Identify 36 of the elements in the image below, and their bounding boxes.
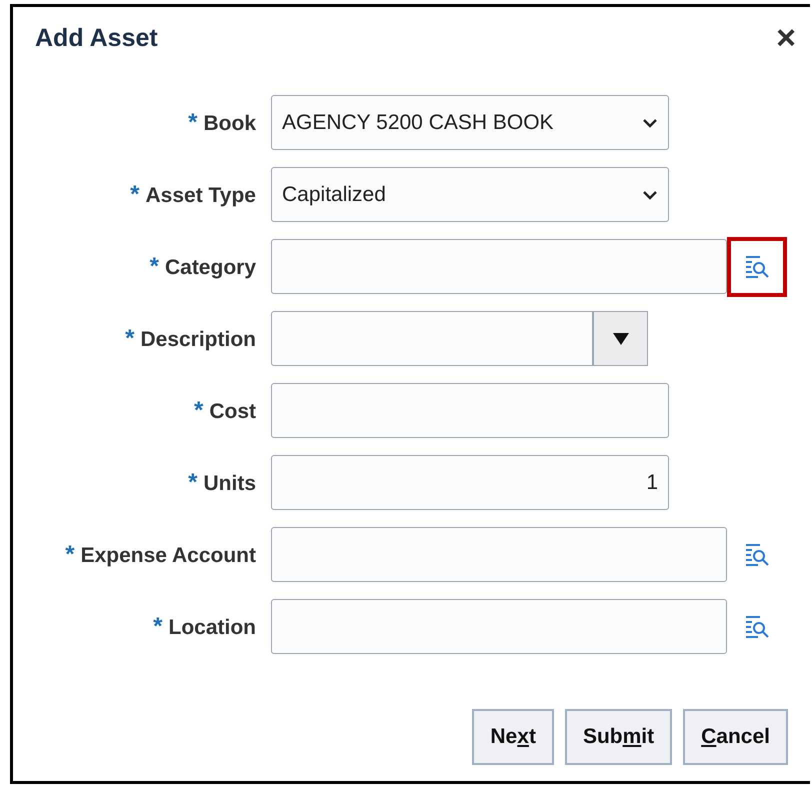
select-value: Capitalized bbox=[282, 182, 386, 206]
dropdown-button[interactable] bbox=[593, 311, 648, 366]
dialog-button[interactable]: Submit bbox=[564, 709, 672, 765]
required-mark: * bbox=[194, 396, 204, 424]
chevron-down-icon bbox=[642, 190, 658, 200]
required-mark: * bbox=[130, 180, 140, 208]
select-field[interactable]: Capitalized bbox=[271, 167, 669, 222]
field-label: Cost bbox=[209, 400, 256, 424]
required-mark: * bbox=[150, 252, 159, 280]
select-field[interactable]: AGENCY 5200 CASH BOOK bbox=[271, 95, 669, 150]
close-button[interactable]: × bbox=[776, 21, 796, 55]
required-mark: * bbox=[65, 540, 75, 568]
input-field[interactable] bbox=[271, 239, 727, 294]
required-mark: * bbox=[188, 468, 198, 496]
input-field[interactable]: 1 bbox=[271, 455, 669, 510]
field-label: Expense Account bbox=[80, 544, 256, 568]
dialog-button[interactable]: Cancel bbox=[683, 709, 788, 765]
chevron-down-icon bbox=[642, 118, 658, 128]
input-field[interactable] bbox=[271, 311, 593, 366]
field-label: Description bbox=[140, 328, 256, 352]
field-label: Units bbox=[204, 472, 256, 496]
triangle-down-icon bbox=[612, 332, 628, 344]
field-label: Location bbox=[168, 616, 256, 640]
required-mark: * bbox=[153, 612, 162, 640]
required-mark: * bbox=[188, 108, 198, 136]
select-value: AGENCY 5200 CASH BOOK bbox=[282, 110, 554, 134]
field-label: Asset Type bbox=[146, 184, 256, 208]
field-label: Book bbox=[204, 112, 256, 136]
input-field[interactable] bbox=[271, 383, 669, 438]
dialog-title: Add Asset bbox=[35, 24, 158, 52]
input-field[interactable] bbox=[271, 527, 727, 582]
field-label: Category bbox=[164, 256, 256, 280]
highlighted-lookup-button[interactable] bbox=[727, 236, 787, 296]
required-mark: * bbox=[125, 324, 134, 352]
dialog-button[interactable]: Next bbox=[472, 709, 554, 765]
input-field[interactable] bbox=[271, 599, 727, 654]
